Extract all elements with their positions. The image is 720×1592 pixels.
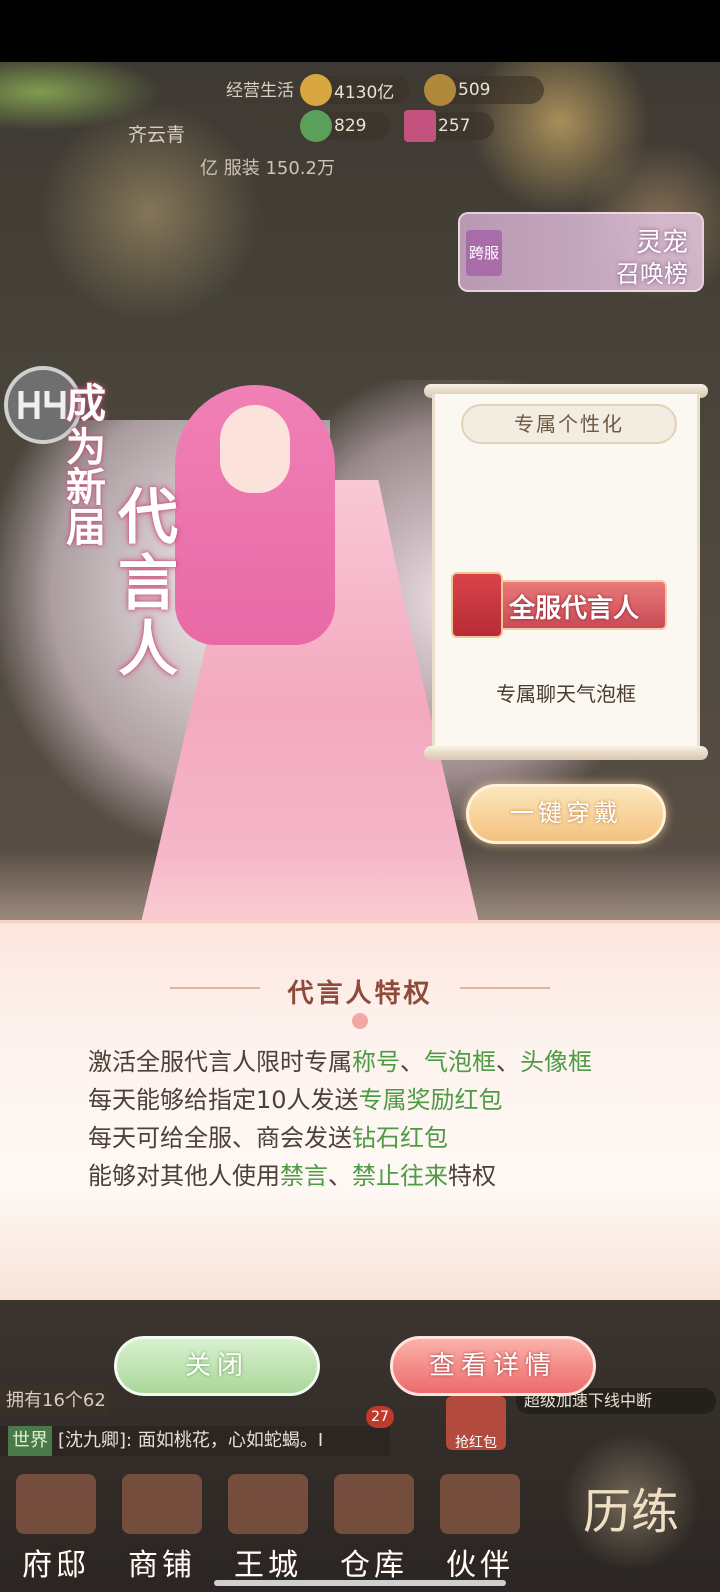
status-bar	[0, 0, 720, 62]
shop-icon	[122, 1474, 202, 1534]
event-subtitle: 召唤榜	[616, 260, 688, 288]
title-big-2: 言	[118, 549, 178, 619]
nav-shop[interactable]: 商铺	[112, 1462, 212, 1583]
scroll-header: 专属个性化	[461, 404, 677, 444]
gold-counter[interactable]: 4130亿	[300, 74, 410, 106]
ingot-counter[interactable]: 509	[424, 74, 544, 106]
game-screen: 经营生活 4130亿 509 829 257 齐云青 亿 服装 150.2万 跨…	[0, 0, 720, 1592]
warehouse-icon	[334, 1474, 414, 1534]
chat-count-badge: 27	[366, 1406, 394, 1428]
gold-coin-icon	[300, 74, 332, 106]
ownership-bar: 拥有16个62	[0, 1386, 110, 1416]
privilege-title: 代言人特权	[287, 979, 433, 1009]
flower-icon	[352, 1013, 368, 1029]
privilege-panel: 代言人特权 激活全服代言人限时专属称号、气泡框、头像框 每天能够给指定10人发送…	[0, 920, 720, 1300]
nav-partner[interactable]: 伙伴	[430, 1462, 530, 1583]
privilege-line: 每天可给全服、商会发送钻石红包	[88, 1124, 448, 1152]
mansion-icon	[16, 1474, 96, 1534]
city-icon	[228, 1474, 308, 1534]
stamina-counter[interactable]: 829	[300, 110, 390, 142]
privilege-list: 激活全服代言人限时专属称号、气泡框、头像框 每天能够给指定10人发送专属奖励红包…	[88, 1043, 688, 1195]
bamboo-leaves	[0, 62, 260, 162]
title-char-1: 成	[66, 381, 106, 427]
title-big-1: 代	[118, 483, 178, 553]
player-name: 齐云青	[128, 124, 186, 146]
server-spokesperson-badge: 全服代言人	[451, 572, 667, 638]
title-char-2: 为	[66, 425, 106, 471]
chat-message: [沈九卿]: 面如桃花，心如蛇蝎。I	[58, 1430, 324, 1451]
cross-server-tag: 跨服	[466, 230, 502, 276]
badge-text: 全服代言人	[509, 594, 640, 624]
power-line: 亿 服装 150.2万	[200, 158, 335, 179]
chat-channel-tag: 世界	[8, 1426, 52, 1456]
privilege-line: 激活全服代言人限时专属称号、气泡框、头像框	[88, 1048, 592, 1076]
practice-button[interactable]: 历练	[562, 1432, 700, 1572]
red-packet-label: 抢红包	[455, 1435, 497, 1451]
scroll-bottom-rod	[424, 746, 708, 760]
ticket-icon	[404, 110, 436, 142]
pet-summon-banner[interactable]: 跨服 灵宠 召唤榜	[458, 212, 704, 292]
close-button[interactable]: 关闭	[114, 1336, 320, 1396]
one-key-wear-button[interactable]: 一键穿戴	[466, 784, 666, 844]
nav-mansion[interactable]: 府邸	[6, 1462, 106, 1583]
stamina-icon	[300, 110, 332, 142]
title-ornament-right	[460, 987, 550, 989]
nav-warehouse[interactable]: 仓库	[324, 1462, 424, 1583]
partner-icon	[440, 1474, 520, 1534]
title-big-3: 人	[118, 615, 178, 685]
chat-bubble-caption: 专属聊天气泡框	[496, 682, 636, 706]
home-indicator[interactable]	[214, 1580, 506, 1586]
character-face	[220, 405, 290, 493]
nav-city[interactable]: 王城	[218, 1462, 318, 1583]
logo-mark-icon	[18, 391, 66, 419]
view-details-button[interactable]: 查看详情	[390, 1336, 596, 1396]
title-char-4: 届	[66, 505, 106, 551]
ingot-icon	[424, 74, 456, 106]
badge-emblem-icon	[451, 572, 503, 638]
world-chat-bar[interactable]: 世界 [沈九卿]: 面如桃花，心如蛇蝎。I	[0, 1426, 390, 1456]
personalization-scroll: 专属个性化 全服代言人 专属聊天气泡框	[432, 394, 700, 750]
bottom-nav: 府邸 商铺 王城 仓库 伙伴	[0, 1462, 560, 1583]
ticket-counter[interactable]: 257	[404, 110, 494, 142]
top-label: 经营生活	[226, 81, 294, 101]
privilege-line: 能够对其他人使用禁言、禁止往来特权	[88, 1162, 496, 1190]
title-char-3: 新	[66, 465, 106, 511]
privilege-line: 每天能够给指定10人发送专属奖励红包	[88, 1086, 503, 1114]
practice-label: 历练	[582, 1484, 679, 1540]
